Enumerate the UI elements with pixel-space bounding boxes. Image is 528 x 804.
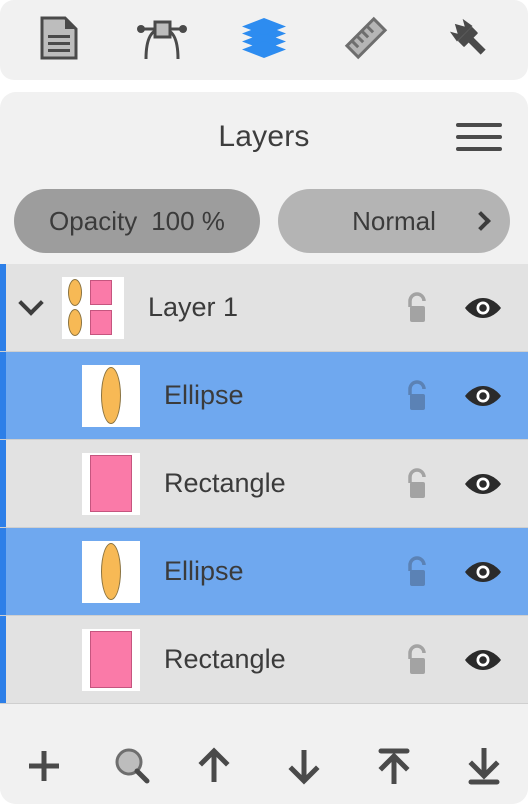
layer-thumbnail [82, 540, 140, 603]
layer-name-label: Ellipse [164, 556, 244, 586]
layer-row-icons [402, 642, 528, 678]
layer-thumbnail [62, 276, 124, 339]
chevron-right-icon [471, 211, 491, 231]
move-to-bottom-icon [466, 746, 502, 791]
layers-panel-app: Layers Opacity 100 % Normal Layer 1 Elli… [0, 0, 528, 804]
layer-row-icons [402, 378, 528, 414]
top-toolbar [0, 0, 528, 80]
node-edit-icon [134, 15, 190, 66]
bottom-toolbar [0, 732, 528, 804]
menu-line [456, 135, 502, 139]
opacity-value: 100 % [151, 205, 225, 236]
eye-icon[interactable] [462, 294, 504, 322]
eye-icon[interactable] [462, 382, 504, 410]
menu-line [456, 123, 502, 127]
thumb-shape-rectangle [90, 279, 112, 305]
ruler-tool-button[interactable] [331, 10, 401, 70]
add-layer-button[interactable] [18, 742, 70, 794]
lock-icon[interactable] [402, 290, 432, 326]
bottom-toolbar-left [18, 742, 158, 794]
brush-tool-button[interactable] [434, 10, 504, 70]
layer-row-icons [402, 466, 528, 502]
lock-icon[interactable] [402, 642, 432, 678]
layer-thumbnail [82, 452, 140, 515]
lock-icon[interactable] [402, 466, 432, 502]
move-down-icon [286, 746, 322, 791]
disclosure-chevron-down-icon[interactable] [0, 289, 62, 317]
selection-accent-bar [0, 352, 6, 439]
lock-icon[interactable] [402, 378, 432, 414]
layers-panel: Layers Opacity 100 % Normal Layer 1 Elli… [0, 92, 528, 804]
layer-row[interactable]: Ellipse [0, 528, 528, 616]
layer-thumbnail [82, 628, 140, 691]
selection-accent-bar [0, 264, 6, 351]
move-to-top-icon [376, 746, 412, 791]
layer-thumbnail [82, 364, 140, 427]
layer-row-icons [402, 554, 528, 590]
thumb-shape-ellipse [68, 278, 82, 306]
add-layer-icon [24, 746, 64, 791]
move-up-button[interactable] [188, 742, 240, 794]
layer-row[interactable]: Rectangle [0, 440, 528, 528]
layer-row-icons [402, 290, 528, 326]
layer-name-label: Rectangle [164, 644, 286, 674]
search-icon [112, 746, 152, 791]
layer-row[interactable]: Ellipse [0, 352, 528, 440]
menu-line [456, 147, 502, 151]
panel-header: Layers [0, 92, 528, 182]
move-to-top-button[interactable] [368, 742, 420, 794]
search-layers-button[interactable] [106, 742, 158, 794]
layer-row[interactable]: Rectangle [0, 616, 528, 704]
selection-accent-bar [0, 440, 6, 527]
opacity-control[interactable]: Opacity 100 % [14, 189, 260, 253]
bottom-toolbar-right [188, 742, 510, 794]
layer-name-label: Layer 1 [148, 292, 239, 322]
layers-icon [240, 16, 288, 65]
document-tool-button[interactable] [24, 10, 94, 70]
eye-icon[interactable] [462, 470, 504, 498]
layers-tool-button[interactable] [229, 10, 299, 70]
eye-icon[interactable] [462, 558, 504, 586]
eye-icon[interactable] [462, 646, 504, 674]
thumb-shape-ellipse [68, 308, 82, 336]
thumb-shape-ellipse [101, 366, 121, 424]
layer-row[interactable]: Layer 1 [0, 264, 528, 352]
lock-icon[interactable] [402, 554, 432, 590]
move-up-icon [196, 746, 232, 791]
layer-properties-row: Opacity 100 % Normal [0, 182, 528, 260]
blend-mode-label: Normal [352, 205, 436, 236]
thumb-shape-rectangle [90, 309, 112, 335]
blend-mode-select[interactable]: Normal [278, 189, 510, 253]
selection-accent-bar [0, 528, 6, 615]
thumb-shape-ellipse [101, 542, 121, 600]
move-to-bottom-button[interactable] [458, 742, 510, 794]
node-edit-tool-button[interactable] [127, 10, 197, 70]
layer-list[interactable]: Layer 1 Ellipse Rectangle Ellipse Rectan… [0, 264, 528, 704]
layer-name-label: Rectangle [164, 468, 286, 498]
hamburger-menu-icon[interactable] [456, 117, 502, 157]
document-icon [40, 16, 78, 65]
thumb-shape-rectangle [90, 454, 132, 512]
brush-icon [445, 14, 493, 67]
thumb-shape-rectangle [90, 630, 132, 688]
page-title: Layers [218, 120, 310, 153]
layer-name-label: Ellipse [164, 380, 244, 410]
selection-accent-bar [0, 616, 6, 703]
opacity-label: Opacity [49, 205, 138, 236]
move-down-button[interactable] [278, 742, 330, 794]
ruler-icon [341, 13, 391, 68]
